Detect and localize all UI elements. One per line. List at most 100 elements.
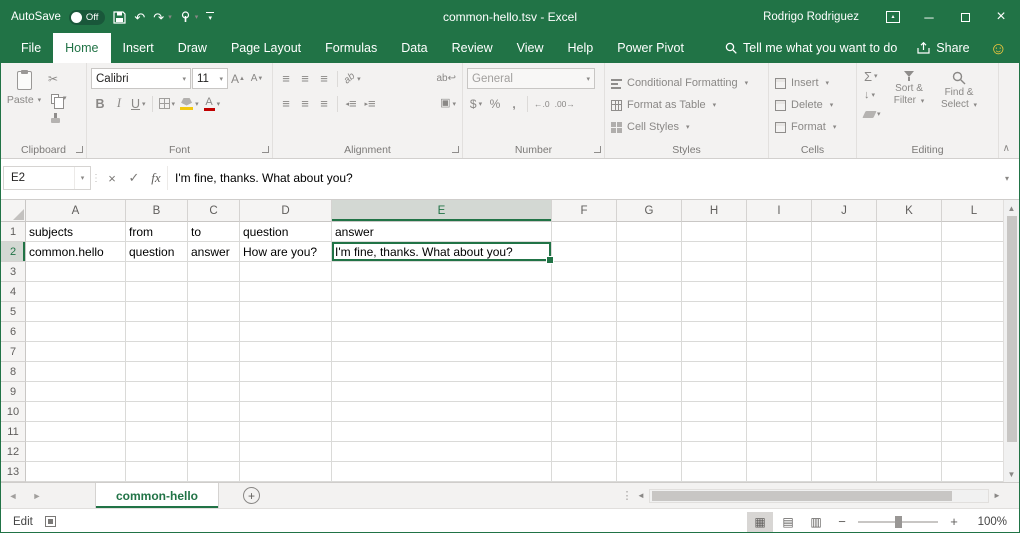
format-cells-button[interactable]: Format ▾ [775,118,850,136]
cell-J13[interactable] [812,462,877,482]
cell-J2[interactable] [812,242,877,262]
cell-D10[interactable] [240,402,332,422]
middle-align-button[interactable]: ≡ [296,68,314,89]
vscroll-thumb[interactable] [1007,216,1017,442]
cell-K11[interactable] [877,422,942,442]
vscroll-down-button[interactable]: ▼ [1004,466,1020,482]
increase-decimal-button[interactable]: ←.0 [532,93,552,114]
cell-K1[interactable] [877,222,942,242]
close-button[interactable]: × [983,1,1019,33]
cell-C8[interactable] [188,362,240,382]
cell-F1[interactable] [552,222,617,242]
column-header-K[interactable]: K [877,200,942,222]
column-header-E[interactable]: E [332,200,552,222]
cell-J12[interactable] [812,442,877,462]
insert-function-button[interactable]: fx [145,166,167,190]
row-header-3[interactable]: 3 [1,262,26,282]
cell-G7[interactable] [617,342,682,362]
find-select-button[interactable]: Find & Select ▾ [936,67,983,141]
cell-J11[interactable] [812,422,877,442]
cell-F7[interactable] [552,342,617,362]
cell-D9[interactable] [240,382,332,402]
cell-I10[interactable] [747,402,812,422]
cell-D8[interactable] [240,362,332,382]
cell-L5[interactable] [942,302,1005,322]
tab-help[interactable]: Help [556,33,606,63]
cell-G1[interactable] [617,222,682,242]
tab-review[interactable]: Review [440,33,505,63]
cell-F13[interactable] [552,462,617,482]
clipboard-dialog-launcher[interactable] [76,146,83,153]
customize-qat-button[interactable]: ▾ [206,12,214,22]
cell-E3[interactable] [332,262,552,282]
fill-button[interactable]: ↓▾ [862,86,883,104]
cell-D6[interactable] [240,322,332,342]
cell-K7[interactable] [877,342,942,362]
cell-B7[interactable] [126,342,188,362]
decrease-indent-button[interactable]: ◂≡ [342,93,360,114]
cell-L11[interactable] [942,422,1005,442]
cell-B12[interactable] [126,442,188,462]
cell-G4[interactable] [617,282,682,302]
cell-E2[interactable]: I'm fine, thanks. What about you? [332,242,552,262]
cell-L10[interactable] [942,402,1005,422]
cell-E7[interactable] [332,342,552,362]
cell-I3[interactable] [747,262,812,282]
fill-color-button[interactable]: ▾ [178,93,201,114]
cell-C4[interactable] [188,282,240,302]
cell-H8[interactable] [682,362,747,382]
cell-J7[interactable] [812,342,877,362]
cell-A2[interactable]: common.hello [26,242,126,262]
cell-E1[interactable]: answer [332,222,552,242]
collapse-ribbon-button[interactable]: ∧ [1003,143,1010,154]
zoom-level[interactable]: 100% [967,516,1007,528]
cell-G3[interactable] [617,262,682,282]
column-header-I[interactable]: I [747,200,812,222]
cell-B4[interactable] [126,282,188,302]
wrap-text-button[interactable]: ab↩ [434,68,458,89]
ribbon-display-options-button[interactable]: ▴ [875,1,911,33]
cell-H11[interactable] [682,422,747,442]
alignment-dialog-launcher[interactable] [452,146,459,153]
tab-data[interactable]: Data [389,33,439,63]
cut-button[interactable]: ✂ [46,70,69,87]
autosave-toggle[interactable]: Off [69,10,106,25]
cell-I2[interactable] [747,242,812,262]
cell-I8[interactable] [747,362,812,382]
cell-C6[interactable] [188,322,240,342]
cell-H13[interactable] [682,462,747,482]
decrease-font-size-button[interactable]: A▼ [248,68,266,89]
cell-L1[interactable] [942,222,1005,242]
cell-H7[interactable] [682,342,747,362]
cell-F5[interactable] [552,302,617,322]
row-header-1[interactable]: 1 [1,222,26,242]
zoom-in-button[interactable]: + [943,514,965,529]
column-header-D[interactable]: D [240,200,332,222]
tab-split-handle[interactable]: ⋮ [621,483,633,508]
comma-style-button[interactable]: , [505,93,523,114]
cell-K6[interactable] [877,322,942,342]
cell-H2[interactable] [682,242,747,262]
cell-B11[interactable] [126,422,188,442]
cell-D13[interactable] [240,462,332,482]
cell-L3[interactable] [942,262,1005,282]
cell-G5[interactable] [617,302,682,322]
cell-G12[interactable] [617,442,682,462]
cell-E5[interactable] [332,302,552,322]
cell-C1[interactable]: to [188,222,240,242]
cell-C11[interactable] [188,422,240,442]
copy-button[interactable]: ▾ [46,89,69,106]
normal-view-button[interactable]: ▦ [747,512,773,532]
cell-L8[interactable] [942,362,1005,382]
cell-L9[interactable] [942,382,1005,402]
row-header-13[interactable]: 13 [1,462,26,482]
cell-E9[interactable] [332,382,552,402]
new-sheet-button[interactable]: + [243,487,260,504]
cell-A1[interactable]: subjects [26,222,126,242]
name-box[interactable]: E2 ▾ [3,166,91,190]
autosum-button[interactable]: Σ▾ [862,67,883,85]
cancel-button[interactable]: × [101,166,123,190]
tab-formulas[interactable]: Formulas [313,33,389,63]
cell-K2[interactable] [877,242,942,262]
cell-B1[interactable]: from [126,222,188,242]
